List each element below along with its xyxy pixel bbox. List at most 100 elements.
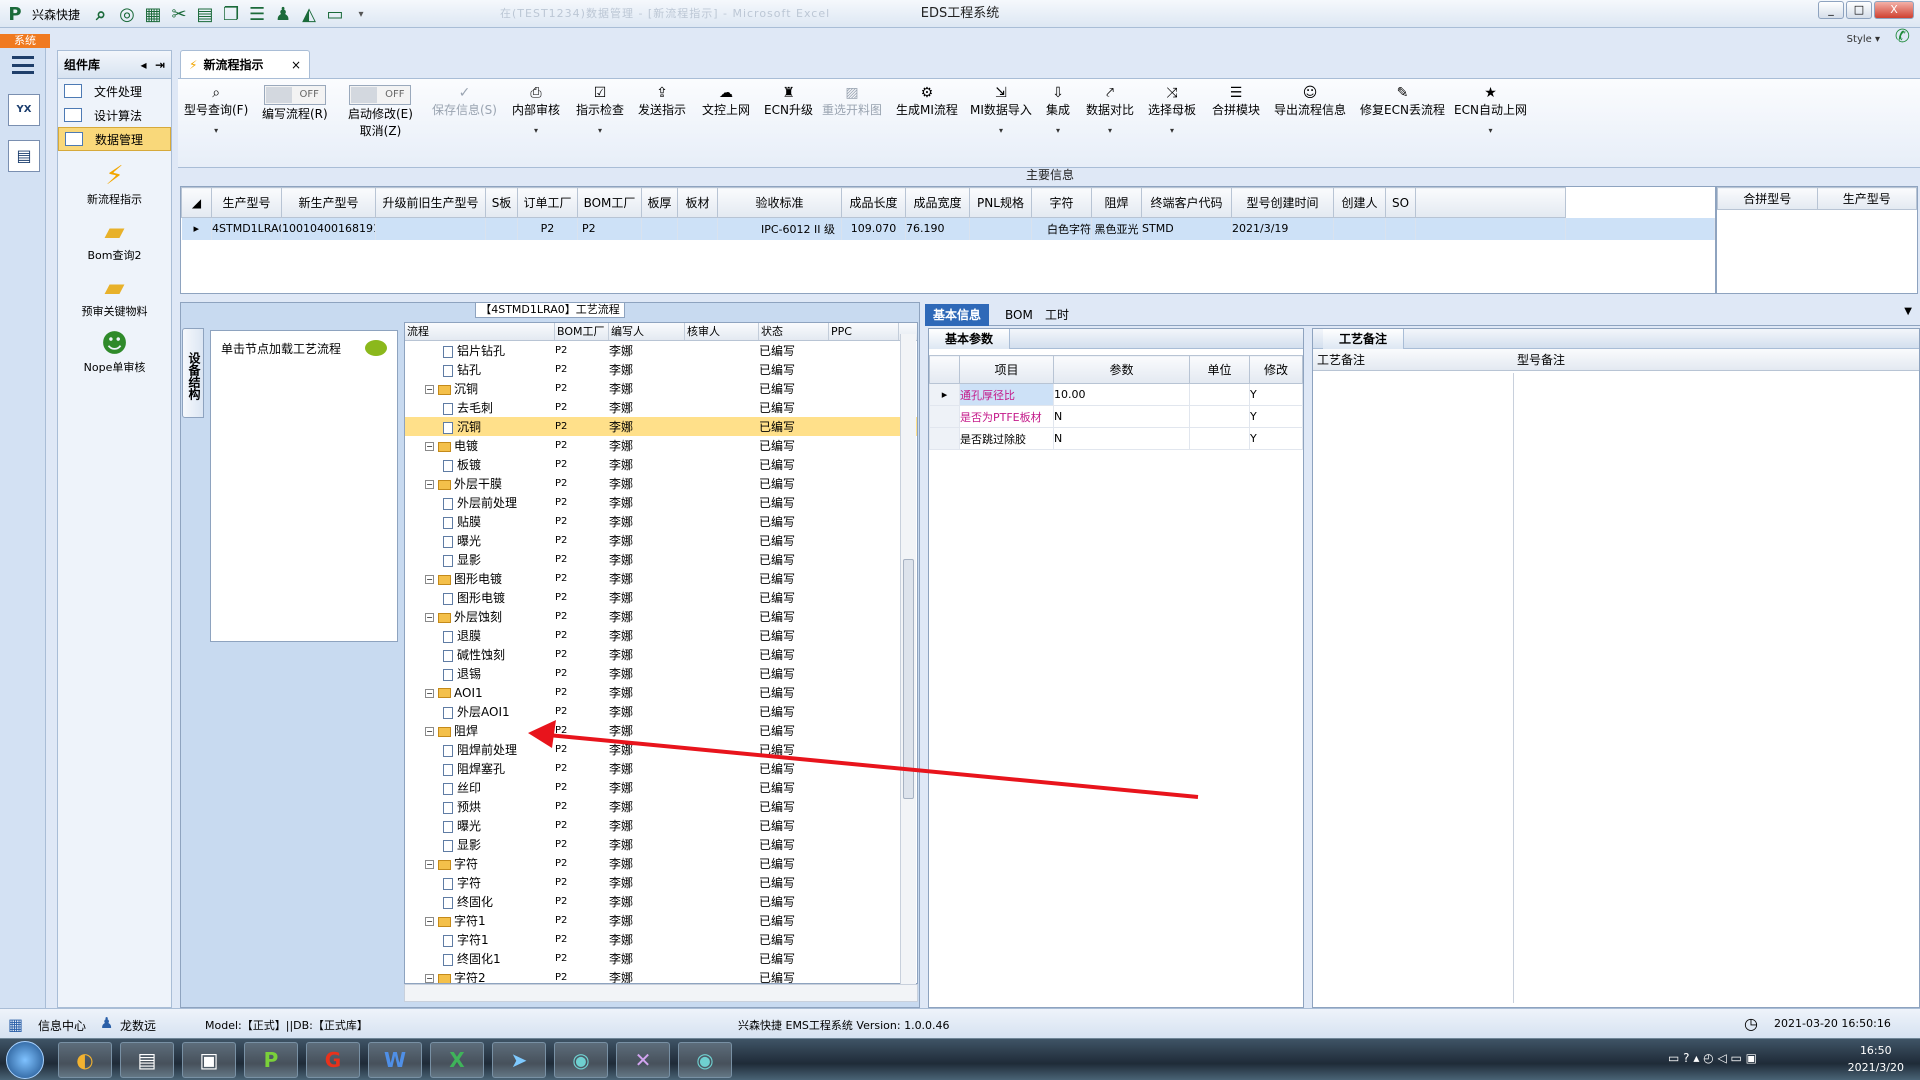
table-row[interactable]: 是否为PTFE板材 N Y <box>929 405 1303 428</box>
send-directive-button[interactable]: ⇪ 发送指示 <box>638 85 686 118</box>
param-value[interactable]: N <box>1053 405 1190 428</box>
cell[interactable]: IPC-6012 II 级 <box>717 217 842 240</box>
collapse-icon[interactable]: − <box>425 385 434 394</box>
tree-row[interactable]: 沉铜 P2 李娜 已编写 <box>405 417 917 436</box>
film-icon[interactable]: ▤ <box>192 2 218 26</box>
tree-row[interactable]: 退膜 P2 李娜 已编写 <box>405 626 917 645</box>
scroll-thumb[interactable] <box>903 559 914 799</box>
tree-row[interactable]: 退锡 P2 李娜 已编写 <box>405 664 917 683</box>
param-edit[interactable]: Y <box>1249 405 1303 428</box>
param-item[interactable]: 通孔厚径比 <box>959 383 1054 406</box>
collapse-icon[interactable]: − <box>425 917 434 926</box>
tree-row[interactable]: − AOI1 P2 李娜 已编写 <box>405 683 917 702</box>
col-header[interactable]: 新生产型号 <box>281 187 376 218</box>
doc-tab-new-process[interactable]: ⚡ 新流程指示 × <box>180 50 310 78</box>
cell[interactable] <box>1333 217 1386 240</box>
collapse-icon[interactable]: − <box>425 974 434 983</box>
param-value[interactable]: 10.00 <box>1053 383 1190 406</box>
rail-logo-icon[interactable]: YX <box>8 94 40 126</box>
notes-section-label[interactable]: 工艺备注 <box>1323 329 1405 349</box>
process-note-textarea[interactable] <box>1315 375 1509 1003</box>
col-header[interactable]: 合拼型号 <box>1717 187 1818 210</box>
table-row[interactable]: ▸ 4STMD1LRA0 10010400168191 P2 P2 IPC-60… <box>181 217 1715 240</box>
cell[interactable]: STMD <box>1141 217 1232 240</box>
col-header[interactable]: 成品长度 <box>841 187 906 218</box>
cell[interactable]: P2 <box>517 217 578 240</box>
big-item-nope-review[interactable]: ☻ Nope单审核 <box>58 329 171 375</box>
start-modify-toggle[interactable]: OFF 启动修改(E) 取消(Z) <box>348 85 413 139</box>
col-header[interactable]: 编写人 <box>609 323 685 340</box>
tray-icons[interactable]: ▭ ? ▴ ◴ ◁ ▭ ▣ <box>1668 1051 1757 1065</box>
tree-row[interactable]: 字符1 P2 李娜 已编写 <box>405 930 917 949</box>
tree-row[interactable]: 图形电镀 P2 李娜 已编写 <box>405 588 917 607</box>
col-header[interactable]: 工艺备注 <box>1313 351 1513 368</box>
row-selector[interactable] <box>929 427 960 450</box>
menu-icon[interactable] <box>12 56 34 74</box>
taskbar-eye2-icon[interactable]: ◉ <box>678 1042 732 1078</box>
taskbar-eds-icon[interactable]: P <box>244 1042 298 1078</box>
calendar-icon[interactable]: ▤ <box>8 140 40 172</box>
cell[interactable]: P2 <box>577 217 642 240</box>
col-header[interactable]: 生产型号 <box>1816 187 1917 210</box>
col-header[interactable]: 成品宽度 <box>905 187 970 218</box>
fix-ecn-button[interactable]: ✎ 修复ECN丢流程 <box>1360 85 1445 118</box>
col-header[interactable]: 生产型号 <box>211 187 282 218</box>
col-header[interactable]: 字符 <box>1031 187 1092 218</box>
phone-icon[interactable]: ✆ <box>1895 26 1910 47</box>
lib-item-file[interactable]: 文件处理 <box>58 79 171 103</box>
big-item-key-material[interactable]: ▰ 预审关键物料 <box>58 273 171 319</box>
model-query-button[interactable]: ⌕ 型号查询(F) ▾ <box>184 85 248 135</box>
tab-basic-info[interactable]: 基本信息 <box>925 304 990 326</box>
customize-dropdown-icon[interactable]: ▾ <box>348 2 374 26</box>
col-header[interactable]: 创建人 <box>1333 187 1386 218</box>
cell[interactable]: 黑色亚光 <box>1091 217 1142 240</box>
modify-toggle-switch[interactable]: OFF <box>349 85 412 105</box>
taskbar-word-icon[interactable]: W <box>368 1042 422 1078</box>
tree-vertical-scrollbar[interactable] <box>900 334 916 984</box>
row-selector-icon[interactable]: ▸ <box>181 217 212 240</box>
table-icon[interactable]: ▦ <box>140 2 166 26</box>
col-header[interactable]: 阻焊 <box>1091 187 1142 218</box>
cell[interactable] <box>1385 217 1416 240</box>
globe-icon[interactable]: ◎ <box>114 2 140 26</box>
taskbar-excel-icon[interactable]: X <box>430 1042 484 1078</box>
tree-row[interactable]: 显影 P2 李娜 已编写 <box>405 550 917 569</box>
col-header[interactable]: 单位 <box>1189 355 1250 384</box>
taskbar-red-app-icon[interactable]: G <box>306 1042 360 1078</box>
tree-row[interactable]: − 电镀 P2 李娜 已编写 <box>405 436 917 455</box>
col-header[interactable]: 验收标准 <box>717 187 842 218</box>
cell[interactable]: 10010400168191 <box>281 217 376 240</box>
table-row[interactable]: ▸ 通孔厚径比 10.00 Y <box>929 383 1303 406</box>
col-header[interactable]: 订单工厂 <box>517 187 578 218</box>
param-unit[interactable] <box>1189 427 1250 450</box>
collapse-icon[interactable]: − <box>425 575 434 584</box>
col-header[interactable]: 型号创建时间 <box>1231 187 1334 218</box>
tree-row[interactable]: − 沉铜 P2 李娜 已编写 <box>405 379 917 398</box>
big-item-new-process[interactable]: ⚡ 新流程指示 <box>58 161 171 207</box>
cell[interactable] <box>485 217 518 240</box>
tree-row[interactable]: 显影 P2 李娜 已编写 <box>405 835 917 854</box>
col-header[interactable]: PNL规格 <box>969 187 1032 218</box>
data-compare-button[interactable]: ⤤ 数据对比 ▾ <box>1086 85 1134 135</box>
tree-row[interactable]: − 外层蚀刻 P2 李娜 已编写 <box>405 607 917 626</box>
cell[interactable] <box>1415 217 1566 240</box>
tree-row[interactable]: 板镀 P2 李娜 已编写 <box>405 455 917 474</box>
cell[interactable]: 76.190 <box>905 217 970 240</box>
row-selector[interactable]: ▸ <box>929 383 960 406</box>
user-icon[interactable]: ♟ <box>270 2 296 26</box>
cell[interactable]: 2021/3/19 <box>1231 217 1334 240</box>
tree-row[interactable]: 外层AOI1 P2 李娜 已编写 <box>405 702 917 721</box>
col-header[interactable]: 核审人 <box>685 323 759 340</box>
integrate-button[interactable]: ⇩ 集成 ▾ <box>1046 85 1070 135</box>
param-item[interactable]: 是否跳过除胶 <box>959 427 1054 450</box>
save-info-button[interactable]: ✓ 保存信息(S) <box>432 85 497 118</box>
lib-item-algorithm[interactable]: 设计算法 <box>58 103 171 127</box>
cell[interactable]: 109.070 <box>841 217 906 240</box>
list-icon[interactable]: ☰ <box>244 2 270 26</box>
taskbar-shell-icon[interactable]: ◐ <box>58 1042 112 1078</box>
tree-row[interactable]: 铝片钻孔 P2 李娜 已编写 <box>405 341 917 360</box>
tree-row[interactable]: 曝光 P2 李娜 已编写 <box>405 816 917 835</box>
tree-row[interactable]: 外层前处理 P2 李娜 已编写 <box>405 493 917 512</box>
select-mother-board-button[interactable]: ⤨ 选择母板 ▾ <box>1148 85 1196 135</box>
tree-row[interactable]: − 字符 P2 李娜 已编写 <box>405 854 917 873</box>
